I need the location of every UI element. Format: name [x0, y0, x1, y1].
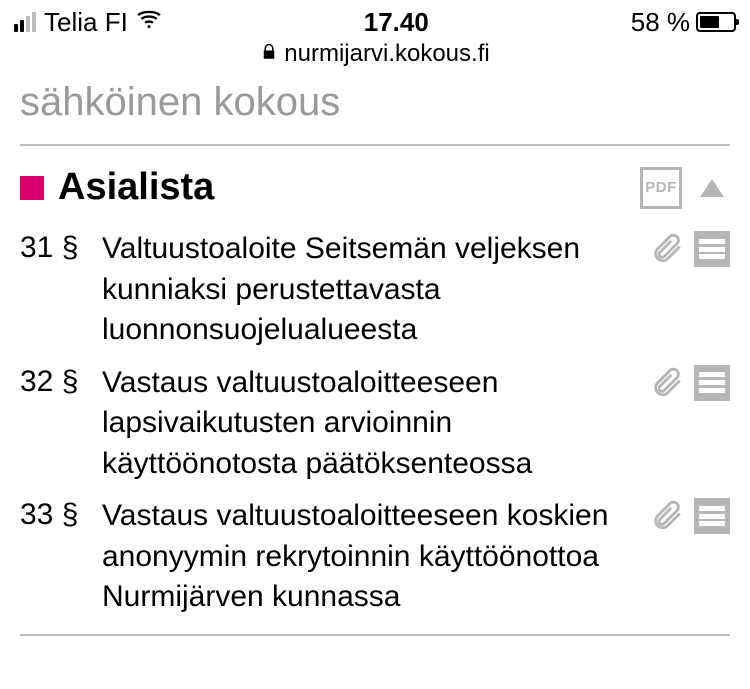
url-domain: nurmijarvi.kokous.fi — [284, 40, 489, 67]
battery-fill — [700, 16, 719, 28]
section-title: Asialista — [58, 166, 214, 209]
section-header-right: PDF — [640, 167, 730, 209]
section-header-left: Asialista — [20, 166, 214, 209]
status-left: Telia FI — [14, 6, 162, 39]
attachment-icon[interactable] — [650, 498, 684, 532]
agenda-item[interactable]: 32 § Vastaus valtuustoaloitteeseen lapsi… — [20, 357, 730, 491]
lock-icon — [260, 40, 278, 68]
wifi-icon — [136, 6, 162, 39]
details-icon[interactable] — [694, 365, 730, 401]
section-bullet-icon — [20, 176, 44, 200]
cell-signal-icon — [14, 12, 36, 32]
browser-url-bar[interactable]: nurmijarvi.kokous.fi — [0, 38, 750, 78]
agenda-list: 31 § Valtuustoaloite Seitsemän veljeksen… — [20, 223, 730, 634]
status-right: 58 % — [631, 7, 736, 38]
agenda-item-number: 32 § — [20, 363, 88, 399]
agenda-item-icons — [650, 496, 730, 534]
status-bar: Telia FI 17.40 58 % — [0, 0, 750, 38]
clock: 17.40 — [364, 7, 429, 38]
agenda-item-number: 31 § — [20, 229, 88, 265]
attachment-icon[interactable] — [650, 231, 684, 265]
agenda-item-title: Valtuustoaloite Seitsemän veljeksen kunn… — [102, 229, 636, 351]
agenda-section-header: Asialista PDF — [20, 146, 730, 223]
battery-percent: 58 % — [631, 7, 690, 38]
agenda-item-icons — [650, 363, 730, 401]
page-title: sähköinen kokous — [20, 78, 730, 144]
details-icon[interactable] — [694, 231, 730, 267]
agenda-item-number: 33 § — [20, 496, 88, 532]
details-icon[interactable] — [694, 498, 730, 534]
agenda-item-title: Vastaus valtuustoaloitteeseen lapsivaiku… — [102, 363, 636, 485]
agenda-item-icons — [650, 229, 730, 267]
carrier-label: Telia FI — [44, 7, 128, 38]
divider — [20, 634, 730, 636]
pdf-button[interactable]: PDF — [640, 167, 682, 209]
agenda-item[interactable]: 33 § Vastaus valtuustoaloitteeseen koski… — [20, 490, 730, 624]
agenda-item[interactable]: 31 § Valtuustoaloite Seitsemän veljeksen… — [20, 223, 730, 357]
attachment-icon[interactable] — [650, 365, 684, 399]
agenda-item-title: Vastaus valtuustoaloitteeseen koskien an… — [102, 496, 636, 618]
collapse-toggle[interactable] — [694, 170, 730, 206]
battery-icon — [696, 12, 736, 32]
page-content: sähköinen kokous Asialista PDF 31 § Valt… — [0, 78, 750, 636]
